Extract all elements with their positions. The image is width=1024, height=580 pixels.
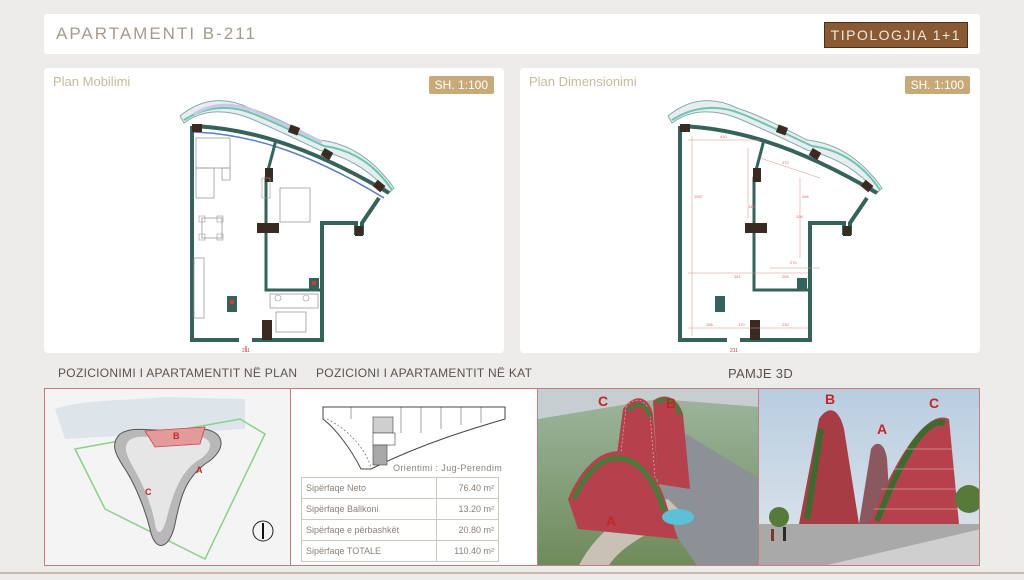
floor-position-box: Orientimi : Jug-Perendim Sipërfaqe Neto … bbox=[290, 388, 538, 566]
area-label: Sipërfaqe Ballkoni bbox=[301, 498, 437, 520]
render2-label-a: A bbox=[877, 421, 888, 437]
area-value: 13.20 bbox=[458, 504, 481, 514]
area-unit: m² bbox=[483, 525, 495, 535]
site-label-c: C bbox=[145, 487, 152, 497]
area-label: Sipërfaqe e përbashkët bbox=[301, 519, 437, 541]
dimension-label: 145 bbox=[748, 204, 755, 209]
site-label-a: A bbox=[196, 465, 203, 475]
dimension-label: 206 bbox=[782, 274, 789, 279]
dimension-label: 361 bbox=[734, 274, 741, 279]
dimension-label: 166 bbox=[706, 322, 713, 327]
header-bar: APARTAMENTI B-211 TIPOLOGJIA 1+1 bbox=[44, 14, 980, 54]
render-aerial-box: C B A bbox=[537, 388, 759, 566]
table-row: Sipërfaqe Ballkoni 13.20 m² bbox=[301, 498, 499, 520]
render-aerial-image bbox=[538, 389, 759, 565]
area-unit: m² bbox=[483, 504, 495, 514]
dimension-label: 270 bbox=[790, 260, 797, 265]
dimension-label: 206 bbox=[796, 214, 803, 219]
dimension-floor-plan: 410 270 396 1067 361 206 270 145 230 166 170 206 211 bbox=[667, 100, 883, 353]
area-value: 20.80 bbox=[458, 525, 481, 535]
render1-label-b: B bbox=[666, 395, 677, 411]
site-label-b: B bbox=[173, 431, 180, 441]
area-label: Sipërfaqe TOTALE bbox=[301, 540, 437, 562]
area-label: Sipërfaqe Neto bbox=[301, 477, 437, 499]
render1-label-a: A bbox=[606, 513, 617, 529]
site-plan-box: A B C bbox=[44, 388, 291, 566]
area-unit: m² bbox=[483, 546, 495, 556]
floor-position-title: POZICIONI I APARTAMENTIT NË KAT bbox=[316, 366, 533, 380]
furnished-floor-plan: 211 bbox=[179, 100, 395, 353]
dimension-label: 170 bbox=[738, 322, 745, 327]
orientation-note: Orientimi : Jug-Perendim bbox=[393, 463, 503, 473]
render-street-image bbox=[759, 389, 979, 565]
render1-label-c: C bbox=[598, 393, 609, 409]
furnished-plan-title: Plan Mobilimi bbox=[53, 74, 131, 89]
dimension-plan-title: Plan Dimensionimi bbox=[529, 74, 637, 89]
dimension-plan-panel: 410 270 396 1067 361 206 270 145 230 166 170 206 211… bbox=[520, 68, 980, 353]
door-marker-label: 211 bbox=[730, 348, 738, 353]
door-marker-label: 211 bbox=[242, 348, 250, 353]
furnished-plan-panel: 211 Plan Mobilimi SH. 1:100 bbox=[44, 68, 504, 353]
dimension-label: 1067 bbox=[694, 194, 704, 199]
dimension-label: 230 bbox=[782, 322, 789, 327]
dimension-label: 410 bbox=[720, 134, 727, 139]
site-plan-drawing: A B C bbox=[45, 389, 290, 565]
apartment-title: APARTAMENTI B-211 bbox=[56, 24, 257, 43]
bottom-divider bbox=[0, 572, 1024, 574]
plan-position-title: POZICIONIMI I APARTAMENTIT NË PLAN bbox=[58, 366, 298, 380]
typology-badge: TIPOLOGJIA 1+1 bbox=[823, 22, 968, 48]
view-3d-title: PAMJE 3D bbox=[728, 366, 794, 381]
render2-label-c: C bbox=[929, 395, 940, 411]
dimension-plan-scale: SH. 1:100 bbox=[904, 76, 970, 94]
dimension-label: 396 bbox=[802, 194, 809, 199]
render2-label-b: B bbox=[825, 391, 836, 407]
table-row: Sipërfaqe TOTALE 110.40 m² bbox=[301, 540, 499, 562]
area-value: 110.40 bbox=[454, 546, 481, 556]
dimension-label: 270 bbox=[782, 160, 789, 165]
render-street-box: B A C bbox=[758, 388, 980, 566]
area-unit: m² bbox=[483, 483, 495, 493]
table-row: Sipërfaqe Neto 76.40 m² bbox=[301, 477, 499, 499]
area-table: Sipërfaqe Neto 76.40 m² Sipërfaqe Ballko… bbox=[301, 477, 499, 562]
furnished-plan-scale: SH. 1:100 bbox=[428, 76, 494, 94]
table-row: Sipërfaqe e përbashkët 20.80 m² bbox=[301, 519, 499, 541]
area-value: 76.40 bbox=[458, 483, 481, 493]
